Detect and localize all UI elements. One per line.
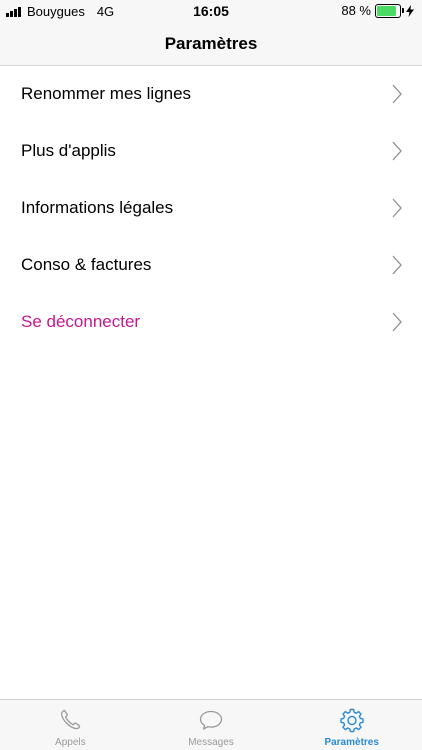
settings-item-label: Se déconnecter	[21, 312, 141, 331]
tab-calls[interactable]: Appels	[0, 700, 141, 750]
chevron-right-icon	[392, 312, 402, 332]
settings-item-label: Renommer mes lignes	[21, 84, 192, 103]
chat-bubble-icon	[199, 710, 223, 730]
tab-bar: Appels Messages Paramètres	[0, 699, 422, 750]
charging-bolt-icon	[406, 4, 414, 17]
tab-messages[interactable]: Messages	[141, 700, 282, 750]
tab-label: Appels	[55, 737, 86, 748]
settings-item-rename-lines[interactable]: Renommer mes lignes	[0, 66, 422, 123]
settings-list: Renommer mes lignes Plus d'applis Inform…	[0, 66, 422, 351]
tab-label: Messages	[188, 737, 234, 748]
chevron-right-icon	[392, 198, 402, 218]
battery-percent: 88 %	[341, 3, 371, 18]
page-title: Paramètres	[164, 34, 258, 53]
settings-item-label: Informations légales	[21, 198, 174, 217]
settings-item-more-apps[interactable]: Plus d'applis	[0, 123, 422, 180]
tab-label: Paramètres	[324, 737, 379, 748]
settings-item-legal-info[interactable]: Informations légales	[0, 180, 422, 237]
battery-fill	[377, 5, 396, 16]
navigation-bar: Paramètres	[0, 22, 422, 66]
settings-item-logout[interactable]: Se déconnecter	[0, 294, 422, 351]
battery-icon	[375, 3, 404, 18]
chevron-right-icon	[392, 255, 402, 275]
gear-icon	[339, 708, 364, 733]
settings-item-usage-bills[interactable]: Conso & factures	[0, 237, 422, 294]
chevron-right-icon	[392, 141, 402, 161]
phone-icon	[61, 709, 81, 730]
screen: Bouygues 4G 16:05 88 % Paramètres Renomm…	[0, 0, 422, 750]
battery-nub	[402, 7, 404, 13]
tab-settings[interactable]: Paramètres	[281, 700, 422, 750]
status-right: 88 %	[341, 3, 414, 18]
settings-item-label: Plus d'applis	[21, 141, 116, 160]
chevron-right-icon	[392, 84, 402, 104]
status-bar: Bouygues 4G 16:05 88 %	[0, 0, 422, 22]
settings-item-label: Conso & factures	[21, 255, 152, 274]
